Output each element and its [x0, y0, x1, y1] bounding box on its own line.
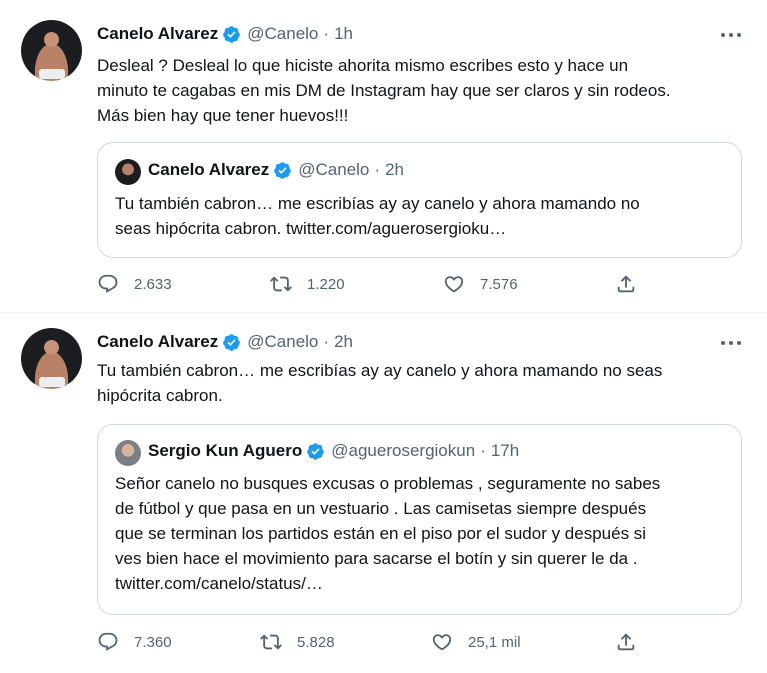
retweet-count: 5.828 [297, 633, 335, 651]
quoted-avatar [115, 159, 141, 185]
quoted-author-handle: @aguerosergiokun [331, 441, 476, 460]
like-count: 7.576 [480, 275, 518, 293]
retweet-button[interactable]: 5.828 [260, 631, 335, 653]
retweet-icon [270, 276, 292, 292]
quoted-author-handle: @Canelo [298, 160, 370, 179]
quoted-author-name: Sergio Kun Aguero [148, 441, 303, 460]
more-options-icon[interactable] [721, 33, 741, 39]
quoted-timestamp: 2h [385, 160, 404, 179]
timestamp[interactable]: 2h [334, 332, 353, 352]
separator-dot: · [480, 441, 486, 460]
like-count: 25,1 mil [468, 633, 521, 651]
tweet-text: Desleal ? Desleal lo que hiciste ahorita… [97, 56, 671, 125]
tweet-text: Tu también cabron… me escribías ay ay ca… [97, 361, 663, 405]
retweet-button[interactable]: 1.220 [270, 273, 345, 295]
reply-button[interactable]: 7.360 [97, 631, 172, 653]
author-name[interactable]: Canelo Alvarez [97, 332, 218, 352]
like-button[interactable]: 7.576 [443, 273, 518, 295]
separator-dot: · [323, 24, 330, 43]
tweet[interactable]: Canelo Alvarez @Canelo · 2h Tu también c… [0, 313, 767, 673]
retweet-icon [260, 634, 282, 650]
avatar[interactable] [21, 20, 82, 81]
heart-icon [444, 276, 464, 293]
retweet-count: 1.220 [307, 275, 345, 293]
verified-badge-icon [307, 442, 325, 460]
quoted-tweet-text: Tu también cabron… me escribías ay ay ca… [115, 194, 640, 238]
quoted-avatar [115, 440, 141, 466]
reply-icon [98, 274, 118, 293]
author-handle[interactable]: @Canelo [247, 332, 318, 352]
more-options-icon[interactable] [721, 341, 741, 347]
quoted-tweet[interactable]: Sergio Kun Aguero @aguerosergiokun · 17h… [97, 424, 742, 615]
quoted-author-name: Canelo Alvarez [148, 160, 270, 179]
quoted-tweet-text: Señor canelo no busques excusas o proble… [115, 474, 661, 593]
share-button[interactable] [615, 631, 637, 653]
share-icon [617, 633, 635, 651]
heart-icon [432, 634, 452, 651]
verified-badge-icon [223, 333, 241, 351]
verified-badge-icon [223, 25, 241, 43]
reply-count: 7.360 [134, 633, 172, 651]
share-icon [617, 275, 635, 293]
timestamp[interactable]: 1h [334, 24, 353, 44]
reply-count: 2.633 [134, 275, 172, 293]
reply-icon [98, 632, 118, 651]
separator-dot: · [374, 160, 381, 179]
reply-button[interactable]: 2.633 [97, 273, 172, 295]
separator-dot: · [323, 332, 330, 351]
quoted-tweet[interactable]: Canelo Alvarez @Canelo · 2h Tu también c… [97, 142, 742, 258]
tweet[interactable]: Canelo Alvarez @Canelo · 1h Desleal ? De… [0, 0, 767, 313]
author-name[interactable]: Canelo Alvarez [97, 24, 218, 44]
like-button[interactable]: 25,1 mil [431, 631, 521, 653]
author-handle[interactable]: @Canelo [247, 24, 318, 44]
verified-badge-icon [274, 161, 292, 179]
avatar[interactable] [21, 328, 82, 389]
quoted-timestamp: 17h [490, 441, 520, 460]
share-button[interactable] [615, 273, 637, 295]
